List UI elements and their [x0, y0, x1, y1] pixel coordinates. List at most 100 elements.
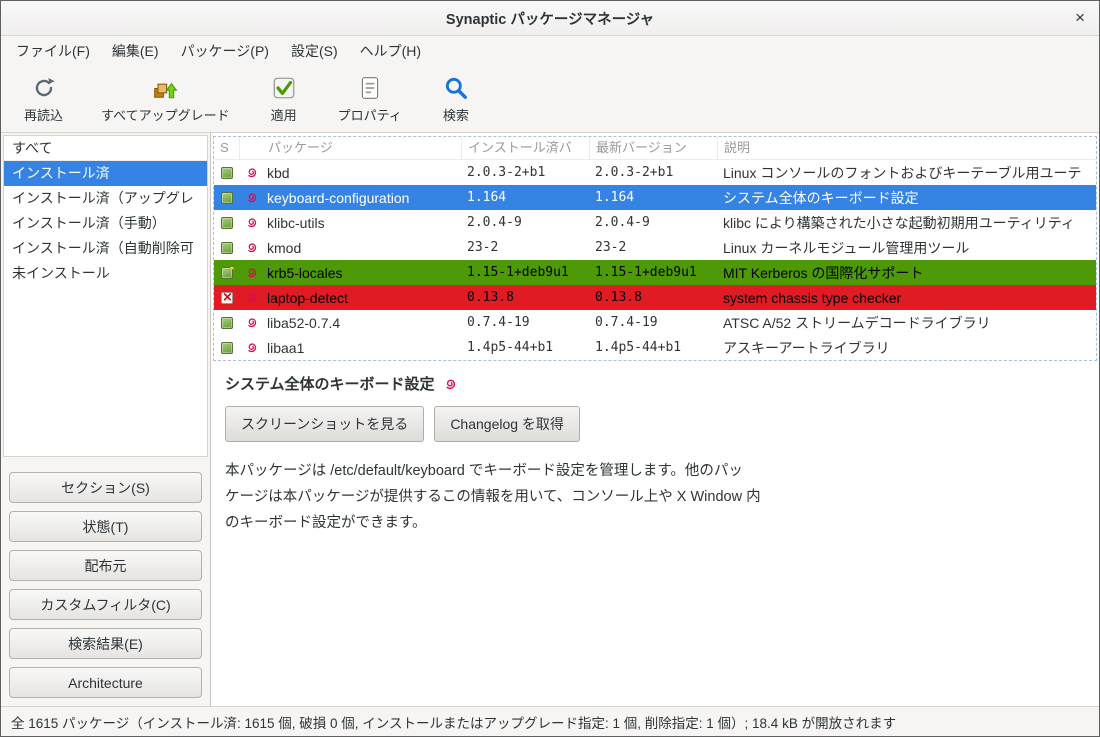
latest-version: 2.0.4-9: [590, 215, 718, 230]
filter-item[interactable]: インストール済（手動）: [4, 211, 207, 236]
menu-item[interactable]: 編集(E): [101, 36, 170, 66]
installed-version: 2.0.4-9: [462, 215, 590, 230]
debian-swirl-icon: [240, 341, 262, 354]
menu-item[interactable]: ファイル(F): [5, 36, 101, 66]
toolbar-search-button[interactable]: 検索: [425, 70, 487, 129]
toolbar-button-label: 検索: [443, 105, 469, 124]
package-name: kbd: [262, 165, 462, 181]
sidebar-button[interactable]: Architecture: [9, 667, 202, 698]
table-row[interactable]: kbd 2.0.3-2+b1 2.0.3-2+b1 Linux コンソールのフォ…: [214, 160, 1096, 185]
menu-item[interactable]: ヘルプ(H): [349, 36, 432, 66]
installed-icon: [221, 217, 233, 229]
table-row[interactable]: klibc-utils 2.0.4-9 2.0.4-9 klibc により構築さ…: [214, 210, 1096, 235]
installed-icon: [221, 342, 233, 354]
statusbar: 全 1615 パッケージ（インストール済: 1615 個, 破損 0 個, イン…: [1, 706, 1099, 736]
latest-version: 1.4p5-44+b1: [590, 340, 718, 355]
toolbar-upgrade-all-button[interactable]: すべてアップグレード: [86, 70, 245, 129]
installed-version: 23-2: [462, 240, 590, 255]
sidebar-button[interactable]: 配布元: [9, 550, 202, 581]
filter-item[interactable]: 未インストール: [4, 261, 207, 286]
debian-swirl-icon: [240, 216, 262, 229]
column-header[interactable]: 説明: [718, 137, 1096, 159]
package-description: klibc により構築された小さな起動初期用ユーティリティ: [718, 213, 1096, 233]
debian-swirl-icon: [240, 191, 262, 204]
table-row[interactable]: × laptop-detect 0.13.8 0.13.8 system cha…: [214, 285, 1096, 310]
debian-swirl-icon: [240, 316, 262, 329]
table-row[interactable]: kmod 23-2 23-2 Linux カーネルモジュール管理用ツール: [214, 235, 1096, 260]
detail-title: システム全体のキーボード設定: [225, 373, 435, 394]
main-area: すべてインストール済インストール済（アップグレインストール済（手動）インストール…: [1, 133, 1099, 706]
toolbar-apply-button[interactable]: 適用: [253, 70, 315, 129]
status-cell: [214, 342, 240, 354]
package-description: Linux コンソールのフォントおよびキーテーブル用ユーテ: [718, 163, 1096, 183]
reload-icon: [31, 75, 57, 102]
sidebar-button[interactable]: カスタムフィルタ(C): [9, 589, 202, 620]
menu-item[interactable]: パッケージ(P): [170, 36, 280, 66]
filter-item[interactable]: インストール済（自動削除可: [4, 236, 207, 261]
sidebar-button[interactable]: セクション(S): [9, 472, 202, 503]
marked-upgrade-icon: ★: [221, 267, 233, 279]
status-text: 全 1615 パッケージ（インストール済: 1615 個, 破損 0 個, イン…: [11, 712, 896, 732]
detail-buttons: スクリーンショットを見る Changelog を取得: [225, 406, 1085, 442]
package-name: libaa1: [262, 340, 462, 356]
toolbar-properties-button[interactable]: プロパティ: [323, 70, 417, 129]
status-cell: [214, 167, 240, 179]
package-description: system chassis type checker: [718, 290, 1096, 306]
status-cell: ★: [214, 267, 240, 279]
column-header[interactable]: 最新バージョン: [590, 137, 718, 159]
filter-item[interactable]: すべて: [4, 136, 207, 161]
package-name: kmod: [262, 240, 462, 256]
table-row[interactable]: libaa1 1.4p5-44+b1 1.4p5-44+b1 アスキーアートライ…: [214, 335, 1096, 360]
toolbar-button-label: 適用: [271, 105, 297, 124]
package-name: krb5-locales: [262, 265, 462, 281]
sidebar-button[interactable]: 検索結果(E): [9, 628, 202, 659]
package-description: システム全体のキーボード設定: [718, 188, 1096, 208]
latest-version: 0.7.4-19: [590, 315, 718, 330]
debian-swirl-icon: [240, 166, 262, 179]
toolbar-reload-button[interactable]: 再読込: [9, 70, 78, 129]
table-row[interactable]: keyboard-configuration 1.164 1.164 システム全…: [214, 185, 1096, 210]
sidebar-button[interactable]: 状態(T): [9, 511, 202, 542]
titlebar: Synaptic パッケージマネージャ ×: [1, 1, 1099, 36]
filter-item[interactable]: インストール済: [4, 161, 207, 186]
package-name: klibc-utils: [262, 215, 462, 231]
content-area: S パッケージインストール済バ最新バージョン説明 kbd 2.0.3-2+b1 2…: [211, 133, 1099, 706]
filter-item[interactable]: インストール済（アップグレ: [4, 186, 207, 211]
sidebar: すべてインストール済インストール済（アップグレインストール済（手動）インストール…: [1, 133, 211, 706]
installed-version: 0.13.8: [462, 290, 590, 305]
close-button[interactable]: ×: [1075, 1, 1085, 35]
debian-swirl-icon: [240, 241, 262, 254]
window-title: Synaptic パッケージマネージャ: [446, 8, 654, 29]
latest-version: 1.164: [590, 190, 718, 205]
latest-version: 0.13.8: [590, 290, 718, 305]
package-table: S パッケージインストール済バ最新バージョン説明 kbd 2.0.3-2+b1 2…: [213, 136, 1097, 361]
detail-description: 本パッケージは /etc/default/keyboard でキーボード設定を管…: [225, 458, 885, 536]
column-header[interactable]: S: [214, 137, 240, 159]
menu-item[interactable]: 設定(S): [280, 36, 349, 66]
properties-icon: [357, 75, 383, 102]
installed-icon: [221, 192, 233, 204]
installed-icon: [221, 167, 233, 179]
installed-icon: [221, 242, 233, 254]
column-header[interactable]: パッケージ: [262, 137, 462, 159]
toolbar-button-label: すべてアップグレード: [101, 105, 230, 124]
status-cell: [214, 242, 240, 254]
package-name: liba52-0.7.4: [262, 315, 462, 331]
search-icon: [443, 75, 469, 102]
installed-version: 1.164: [462, 190, 590, 205]
detail-action-button[interactable]: Changelog を取得: [434, 406, 580, 442]
detail-action-button[interactable]: スクリーンショットを見る: [225, 406, 424, 442]
details-pane: システム全体のキーボード設定 スクリーンショットを見る Changelog を取得…: [211, 361, 1099, 706]
latest-version: 1.15-1+deb9u1: [590, 265, 718, 280]
package-description: ATSC A/52 ストリームデコードライブラリ: [718, 313, 1096, 333]
table-row[interactable]: ★ krb5-locales 1.15-1+deb9u1 1.15-1+deb9…: [214, 260, 1096, 285]
status-cell: ×: [214, 292, 240, 304]
debian-swirl-icon: [240, 291, 262, 304]
toolbar-button-label: プロパティ: [338, 105, 402, 124]
table-row[interactable]: liba52-0.7.4 0.7.4-19 0.7.4-19 ATSC A/52…: [214, 310, 1096, 335]
latest-version: 2.0.3-2+b1: [590, 165, 718, 180]
package-name: keyboard-configuration: [262, 190, 462, 206]
upgrade-all-icon: [152, 75, 178, 102]
status-cell: [214, 192, 240, 204]
column-header[interactable]: インストール済バ: [462, 137, 590, 159]
